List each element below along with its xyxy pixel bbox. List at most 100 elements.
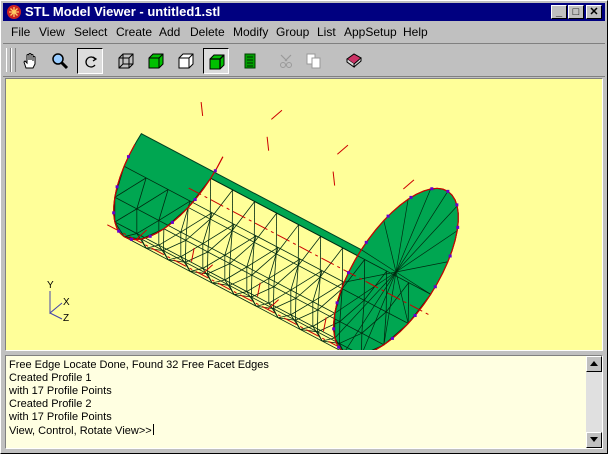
profile-point <box>386 214 390 218</box>
profile-point <box>129 237 133 241</box>
command-console[interactable]: Free Edge Locate Done, Found 32 Free Fac… <box>5 355 603 449</box>
mesh-edge <box>209 189 233 220</box>
menu-create[interactable]: Create <box>116 25 152 39</box>
mesh-edge <box>253 212 277 243</box>
prompt-text: View, Control, Rotate View>> <box>9 425 152 437</box>
menu-view[interactable]: View <box>39 25 65 39</box>
help-book-button[interactable] <box>341 48 367 74</box>
mesh-diagonal <box>180 243 204 258</box>
console-line: with 17 Profile Points <box>9 385 112 397</box>
wireframe-view-button[interactable] <box>113 48 139 74</box>
axis-x-label: X <box>63 297 70 308</box>
shaded-cube-icon <box>148 53 164 69</box>
profile-point <box>456 225 460 229</box>
pan-button[interactable] <box>17 48 43 74</box>
menu-file[interactable]: File <box>11 25 30 39</box>
mesh-edge <box>275 224 299 255</box>
menu-help[interactable]: Help <box>403 25 428 39</box>
profile-point <box>430 187 434 191</box>
mesh-diagonal <box>146 244 159 249</box>
profile-point <box>364 240 368 244</box>
close-button[interactable]: ✕ <box>586 5 602 19</box>
wireframe-cube-icon <box>118 53 134 69</box>
model-viewport[interactable]: Y X Z <box>5 78 603 351</box>
mesh-edge <box>123 236 341 350</box>
toolbar-grip[interactable] <box>11 48 16 72</box>
hidden-line-view-button[interactable] <box>173 48 199 74</box>
command-prompt[interactable]: View, Control, Rotate View>> <box>9 424 579 437</box>
maximize-icon: □ <box>572 6 580 18</box>
console-line: with 17 Profile Points <box>9 411 112 423</box>
app-window: STL Model Viewer - untitled1.stl _ □ ✕ F… <box>0 0 608 454</box>
title-bar[interactable]: STL Model Viewer - untitled1.stl _ □ ✕ <box>3 3 605 21</box>
profile-point <box>433 285 437 289</box>
console-line: Created Profile 1 <box>9 372 92 384</box>
mesh-edge <box>185 218 211 241</box>
shaded-edges-cube-icon <box>209 54 225 70</box>
profile-point <box>337 345 341 349</box>
mesh-edge <box>251 253 277 276</box>
menu-list[interactable]: List <box>317 25 336 39</box>
mesh-edge <box>295 309 319 321</box>
mesh-diagonal <box>224 266 248 281</box>
normal-tick <box>200 101 204 116</box>
profile-point <box>170 220 174 224</box>
minimize-button[interactable]: _ <box>551 5 567 19</box>
console-line: Free Edge Locate Done, Found 32 Free Fac… <box>9 359 269 371</box>
window-title: STL Model Viewer - untitled1.stl <box>25 4 221 19</box>
mesh-diagonal <box>312 312 336 327</box>
app-logo-icon <box>7 5 21 19</box>
zoom-button[interactable] <box>47 48 73 74</box>
menu-delete[interactable]: Delete <box>190 25 225 39</box>
mesh-edge <box>163 240 187 251</box>
profile-point <box>148 234 152 238</box>
menu-modify[interactable]: Modify <box>233 25 268 39</box>
facet-list-icon <box>244 53 256 69</box>
profile-point <box>448 254 452 258</box>
menu-bar: File View Select Create Add Delete Modif… <box>3 22 605 42</box>
copy-icon <box>306 53 321 69</box>
normal-tick <box>271 109 283 120</box>
shaded-edges-view-button[interactable] <box>203 48 229 74</box>
mesh-edge <box>251 286 275 298</box>
scroll-down-button[interactable] <box>586 432 602 448</box>
mesh-diagonal <box>246 278 270 292</box>
mesh-edge <box>207 263 231 275</box>
scroll-up-button[interactable] <box>586 356 602 372</box>
profile-point <box>213 169 217 173</box>
mesh-edge <box>319 247 343 278</box>
facet-list-button[interactable] <box>237 48 263 74</box>
axis-z-label: Z <box>63 313 70 324</box>
profile-point <box>409 195 413 199</box>
maximize-button[interactable]: □ <box>568 5 584 19</box>
cut-icon <box>280 54 292 68</box>
menu-add[interactable]: Add <box>159 25 180 39</box>
text-caret <box>152 424 154 435</box>
mesh-edge <box>295 276 321 299</box>
normal-tick <box>337 144 349 155</box>
rotate-icon <box>85 56 98 68</box>
arrow-down-icon <box>590 437 598 442</box>
stl-model-render[interactable] <box>6 79 602 350</box>
profile-point <box>455 203 459 207</box>
menu-group[interactable]: Group <box>276 25 309 39</box>
profile-point <box>112 211 116 215</box>
profile-point <box>346 271 350 275</box>
mesh-edge <box>273 298 297 309</box>
mesh-diagonal <box>168 256 181 261</box>
toolbar <box>3 43 605 77</box>
rotate-button[interactable] <box>77 48 103 74</box>
cut-button[interactable] <box>273 48 299 74</box>
console-scrollbar[interactable] <box>586 356 602 448</box>
shaded-view-button[interactable] <box>143 48 169 74</box>
menu-appsetup[interactable]: AppSetup <box>344 25 397 39</box>
cylinder-end-cap <box>333 187 459 350</box>
menu-select[interactable]: Select <box>74 25 107 39</box>
mesh-edge <box>207 230 233 253</box>
copy-button[interactable] <box>301 48 327 74</box>
mesh-edge <box>273 265 299 288</box>
normal-tick <box>403 179 415 190</box>
mesh-edge <box>297 236 321 266</box>
axis-y-label: Y <box>47 280 54 291</box>
mesh-diagonal <box>290 301 314 316</box>
